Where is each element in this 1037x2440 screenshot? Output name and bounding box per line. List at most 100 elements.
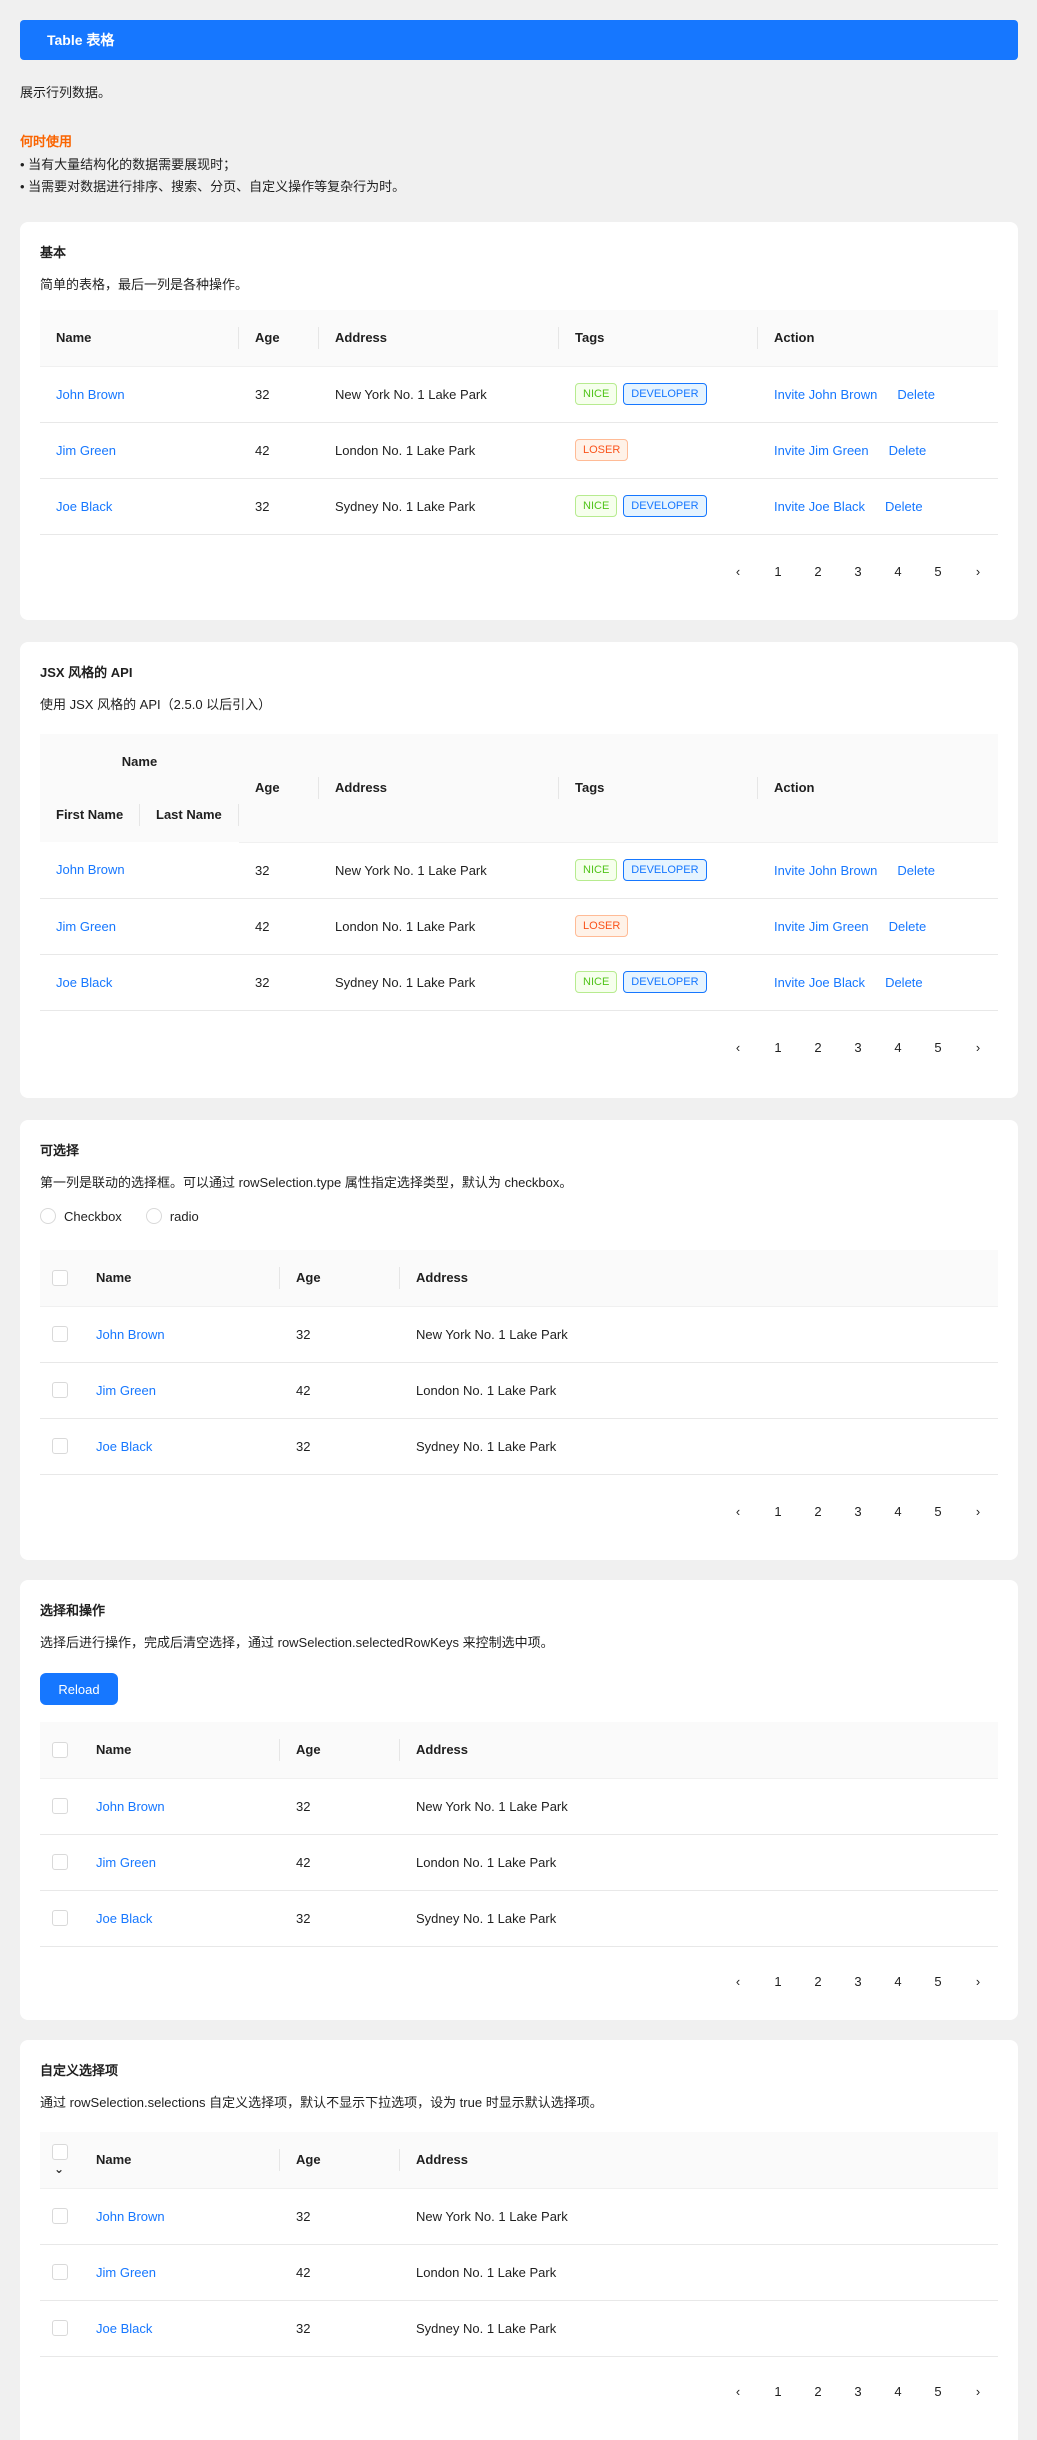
table-row: Joe Black 32 Sydney No. 1 Lake Park <box>40 2300 998 2357</box>
radio-circle-icon[interactable] <box>145 1208 162 1224</box>
radio-circle-icon[interactable] <box>40 1208 56 1224</box>
page-item[interactable]: 2 <box>798 1966 838 1998</box>
prev-page-icon[interactable]: ‹ <box>718 1966 758 1998</box>
select-all-checkbox[interactable] <box>52 2144 68 2161</box>
select-all-checkbox[interactable] <box>52 1742 68 1759</box>
chevron-down-icon[interactable]: ⌄ <box>54 2162 64 2176</box>
address-cell: New York No. 1 Lake Park <box>400 1778 998 1835</box>
page-item[interactable]: 1 <box>758 1966 798 1998</box>
invite-link[interactable]: Invite John Brown <box>774 863 877 878</box>
next-page-icon[interactable]: › <box>958 2376 998 2408</box>
page-item[interactable]: 3 <box>838 1032 878 1064</box>
row-checkbox[interactable] <box>52 1382 68 1399</box>
name-link[interactable]: Joe Black <box>56 975 112 990</box>
next-page-icon[interactable]: › <box>958 1966 998 1998</box>
row-checkbox[interactable] <box>52 2320 68 2337</box>
page-item[interactable]: 5 <box>918 1966 958 1998</box>
table-row: Joe Black 32 Sydney No. 1 Lake Park NICE… <box>40 954 999 1011</box>
age-cell: 32 <box>280 2300 400 2357</box>
delete-link[interactable]: Delete <box>885 499 923 514</box>
page-item[interactable]: 1 <box>758 1032 798 1064</box>
section-description: 选择后进行操作，完成后清空选择，通过 rowSelection.selected… <box>40 1635 554 1650</box>
reload-button[interactable]: Reload <box>40 1673 118 1705</box>
table-header-row: Name Age Address <box>40 1722 998 1779</box>
next-page-icon[interactable]: › <box>958 556 998 588</box>
delete-link[interactable]: Delete <box>897 863 935 878</box>
page-item[interactable]: 5 <box>918 556 958 588</box>
name-link[interactable]: Joe Black <box>96 1911 152 1926</box>
name-link[interactable]: John Brown <box>56 387 125 402</box>
row-checkbox[interactable] <box>52 2264 68 2281</box>
page-item[interactable]: 3 <box>838 1496 878 1528</box>
page-item[interactable]: 5 <box>918 1496 958 1528</box>
address-cell: New York No. 1 Lake Park <box>319 842 560 899</box>
page-item[interactable]: 3 <box>838 2376 878 2408</box>
name-link[interactable]: John Brown <box>96 1799 165 1814</box>
page-item[interactable]: 2 <box>798 556 838 588</box>
column-header-address: Address <box>400 1250 998 1307</box>
page-item[interactable]: 4 <box>878 1032 918 1064</box>
row-checkbox[interactable] <box>52 2208 68 2225</box>
name-link[interactable]: Joe Black <box>56 499 112 514</box>
prev-page-icon[interactable]: ‹ <box>718 2376 758 2408</box>
page-item[interactable]: 4 <box>878 556 918 588</box>
column-header-last-name: Last Name <box>140 788 240 842</box>
address-cell: Sydney No. 1 Lake Park <box>400 2300 998 2357</box>
page-item[interactable]: 4 <box>878 2376 918 2408</box>
row-checkbox[interactable] <box>52 1798 68 1815</box>
name-link[interactable]: Joe Black <box>96 2321 152 2336</box>
usage-bullets: • 当有大量结构化的数据需要展现时； • 当需要对数据进行排序、搜索、分页、自定… <box>20 154 405 198</box>
delete-link[interactable]: Delete <box>885 975 923 990</box>
name-link[interactable]: Joe Black <box>96 1439 152 1454</box>
name-link[interactable]: John Brown <box>56 862 125 877</box>
next-page-icon[interactable]: › <box>958 1032 998 1064</box>
name-link[interactable]: Jim Green <box>96 1855 156 1870</box>
name-link[interactable]: Jim Green <box>96 2265 156 2280</box>
delete-link[interactable]: Delete <box>897 387 935 402</box>
page-item[interactable]: 3 <box>838 1966 878 1998</box>
delete-link[interactable]: Delete <box>889 919 927 934</box>
column-header-name: Name <box>80 2132 280 2189</box>
page-item[interactable]: 4 <box>878 1966 918 1998</box>
row-checkbox[interactable] <box>52 1438 68 1455</box>
row-checkbox[interactable] <box>52 1326 68 1343</box>
invite-link[interactable]: Invite Jim Green <box>774 443 869 458</box>
name-link[interactable]: Jim Green <box>96 1383 156 1398</box>
page-item[interactable]: 2 <box>798 1032 838 1064</box>
name-link[interactable]: Jim Green <box>56 919 116 934</box>
radio-checkbox[interactable]: Checkbox <box>40 1208 122 1224</box>
page-item[interactable]: 5 <box>918 2376 958 2408</box>
radio-radio[interactable]: radio <box>145 1208 199 1224</box>
page-item[interactable]: 4 <box>878 1496 918 1528</box>
name-link[interactable]: John Brown <box>96 1327 165 1342</box>
page-item[interactable]: 2 <box>798 1496 838 1528</box>
prev-page-icon[interactable]: ‹ <box>718 556 758 588</box>
age-cell: 32 <box>239 366 319 423</box>
prev-page-icon[interactable]: ‹ <box>718 1496 758 1528</box>
page-item[interactable]: 1 <box>758 1496 798 1528</box>
invite-link[interactable]: Invite Joe Black <box>774 975 865 990</box>
column-header-tags: Tags <box>559 734 759 843</box>
name-link[interactable]: Jim Green <box>56 443 116 458</box>
custom-selections-table: ⌄ Name Age Address John Brown 32 New Yor… <box>40 2132 998 2357</box>
invite-link[interactable]: Invite John Brown <box>774 387 877 402</box>
next-page-icon[interactable]: › <box>958 1496 998 1528</box>
page-item[interactable]: 5 <box>918 1032 958 1064</box>
invite-link[interactable]: Invite Jim Green <box>774 919 869 934</box>
page-item[interactable]: 3 <box>838 556 878 588</box>
column-header-age: Age <box>280 2132 400 2189</box>
row-checkbox[interactable] <box>52 1910 68 1927</box>
page-item[interactable]: 1 <box>758 2376 798 2408</box>
invite-link[interactable]: Invite Joe Black <box>774 499 865 514</box>
delete-link[interactable]: Delete <box>889 443 927 458</box>
age-cell: 42 <box>280 2244 400 2301</box>
prev-page-icon[interactable]: ‹ <box>718 1032 758 1064</box>
select-all-checkbox[interactable] <box>52 1270 68 1287</box>
page-item[interactable]: 1 <box>758 556 798 588</box>
column-header-age: Age <box>239 310 319 367</box>
page-item[interactable]: 2 <box>798 2376 838 2408</box>
row-checkbox[interactable] <box>52 1854 68 1871</box>
name-link[interactable]: John Brown <box>96 2209 165 2224</box>
address-cell: London No. 1 Lake Park <box>400 1362 998 1419</box>
column-header-address: Address <box>319 310 559 367</box>
